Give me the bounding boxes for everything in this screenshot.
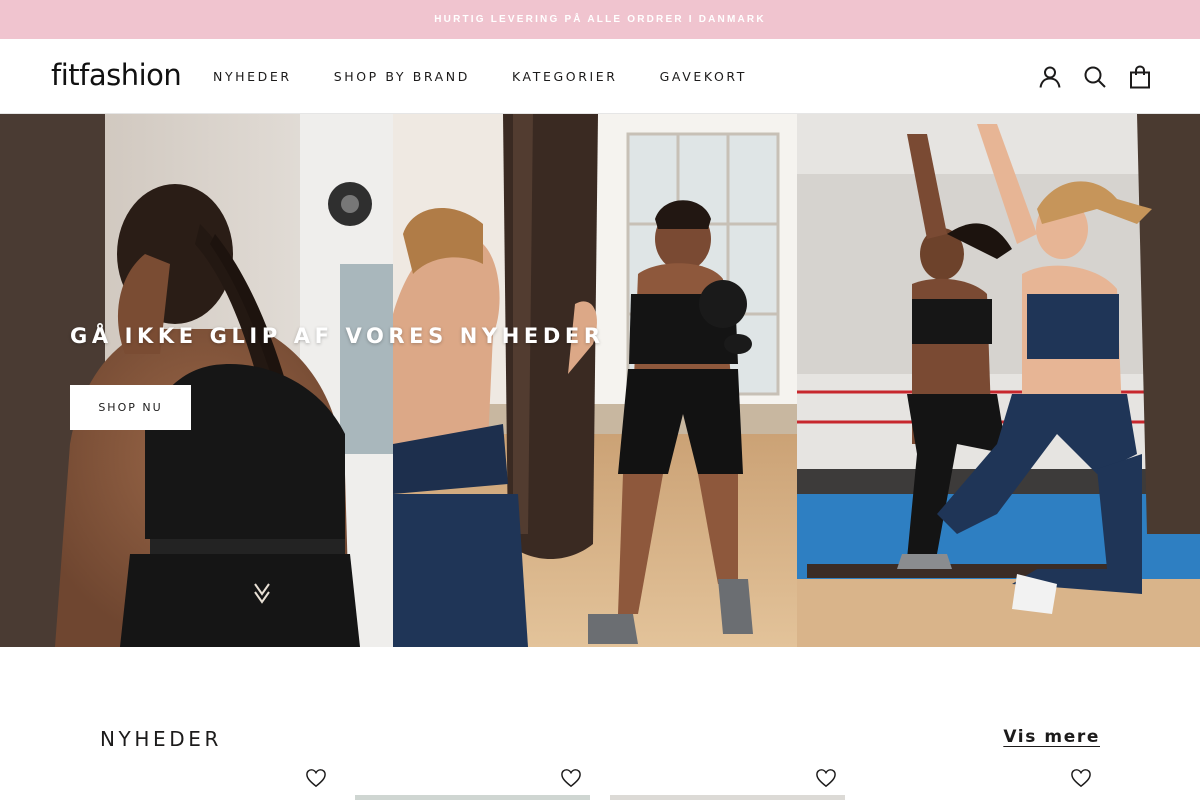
product-image-3[interactable] (610, 795, 845, 800)
heart-icon[interactable] (815, 768, 837, 788)
heart-icon[interactable] (305, 768, 327, 788)
hero-image-2 (393, 114, 797, 647)
hero-image-1 (0, 114, 393, 647)
account-icon[interactable] (1038, 65, 1062, 89)
shop-now-button[interactable]: SHOP NU (70, 385, 191, 430)
heart-icon[interactable] (560, 768, 582, 788)
announcement-bar: HURTIG LEVERING PÅ ALLE ORDRER I DANMARK (0, 0, 1200, 39)
header-actions (1017, 65, 1152, 89)
vis-mere-link[interactable]: Vis mere (1003, 727, 1100, 747)
cart-icon[interactable] (1128, 65, 1152, 89)
nav-item-gavekort[interactable]: GAVEKORT (660, 69, 747, 84)
site-header: fitfashion NYHEDER SHOP BY BRAND KATEGOR… (0, 39, 1200, 114)
heart-icon[interactable] (1070, 768, 1092, 788)
logo[interactable]: fitfashion (51, 58, 182, 92)
nav-item-nyheder[interactable]: NYHEDER (213, 69, 292, 84)
product-image-2[interactable] (355, 795, 590, 800)
hero-banner: GÅ IKKE GLIP AF VORES NYHEDER SHOP NU (0, 114, 1200, 647)
search-icon[interactable] (1083, 65, 1107, 89)
hero-image-3 (797, 114, 1200, 647)
main-nav: NYHEDER SHOP BY BRAND KATEGORIER GAVEKOR… (213, 69, 789, 84)
announcement-text: HURTIG LEVERING PÅ ALLE ORDRER I DANMARK (434, 14, 766, 25)
nav-item-kategorier[interactable]: KATEGORIER (512, 69, 618, 84)
nav-item-shop-by-brand[interactable]: SHOP BY BRAND (334, 69, 470, 84)
hero-title: GÅ IKKE GLIP AF VORES NYHEDER (70, 324, 605, 348)
section-title-nyheder: NYHEDER (100, 727, 222, 751)
